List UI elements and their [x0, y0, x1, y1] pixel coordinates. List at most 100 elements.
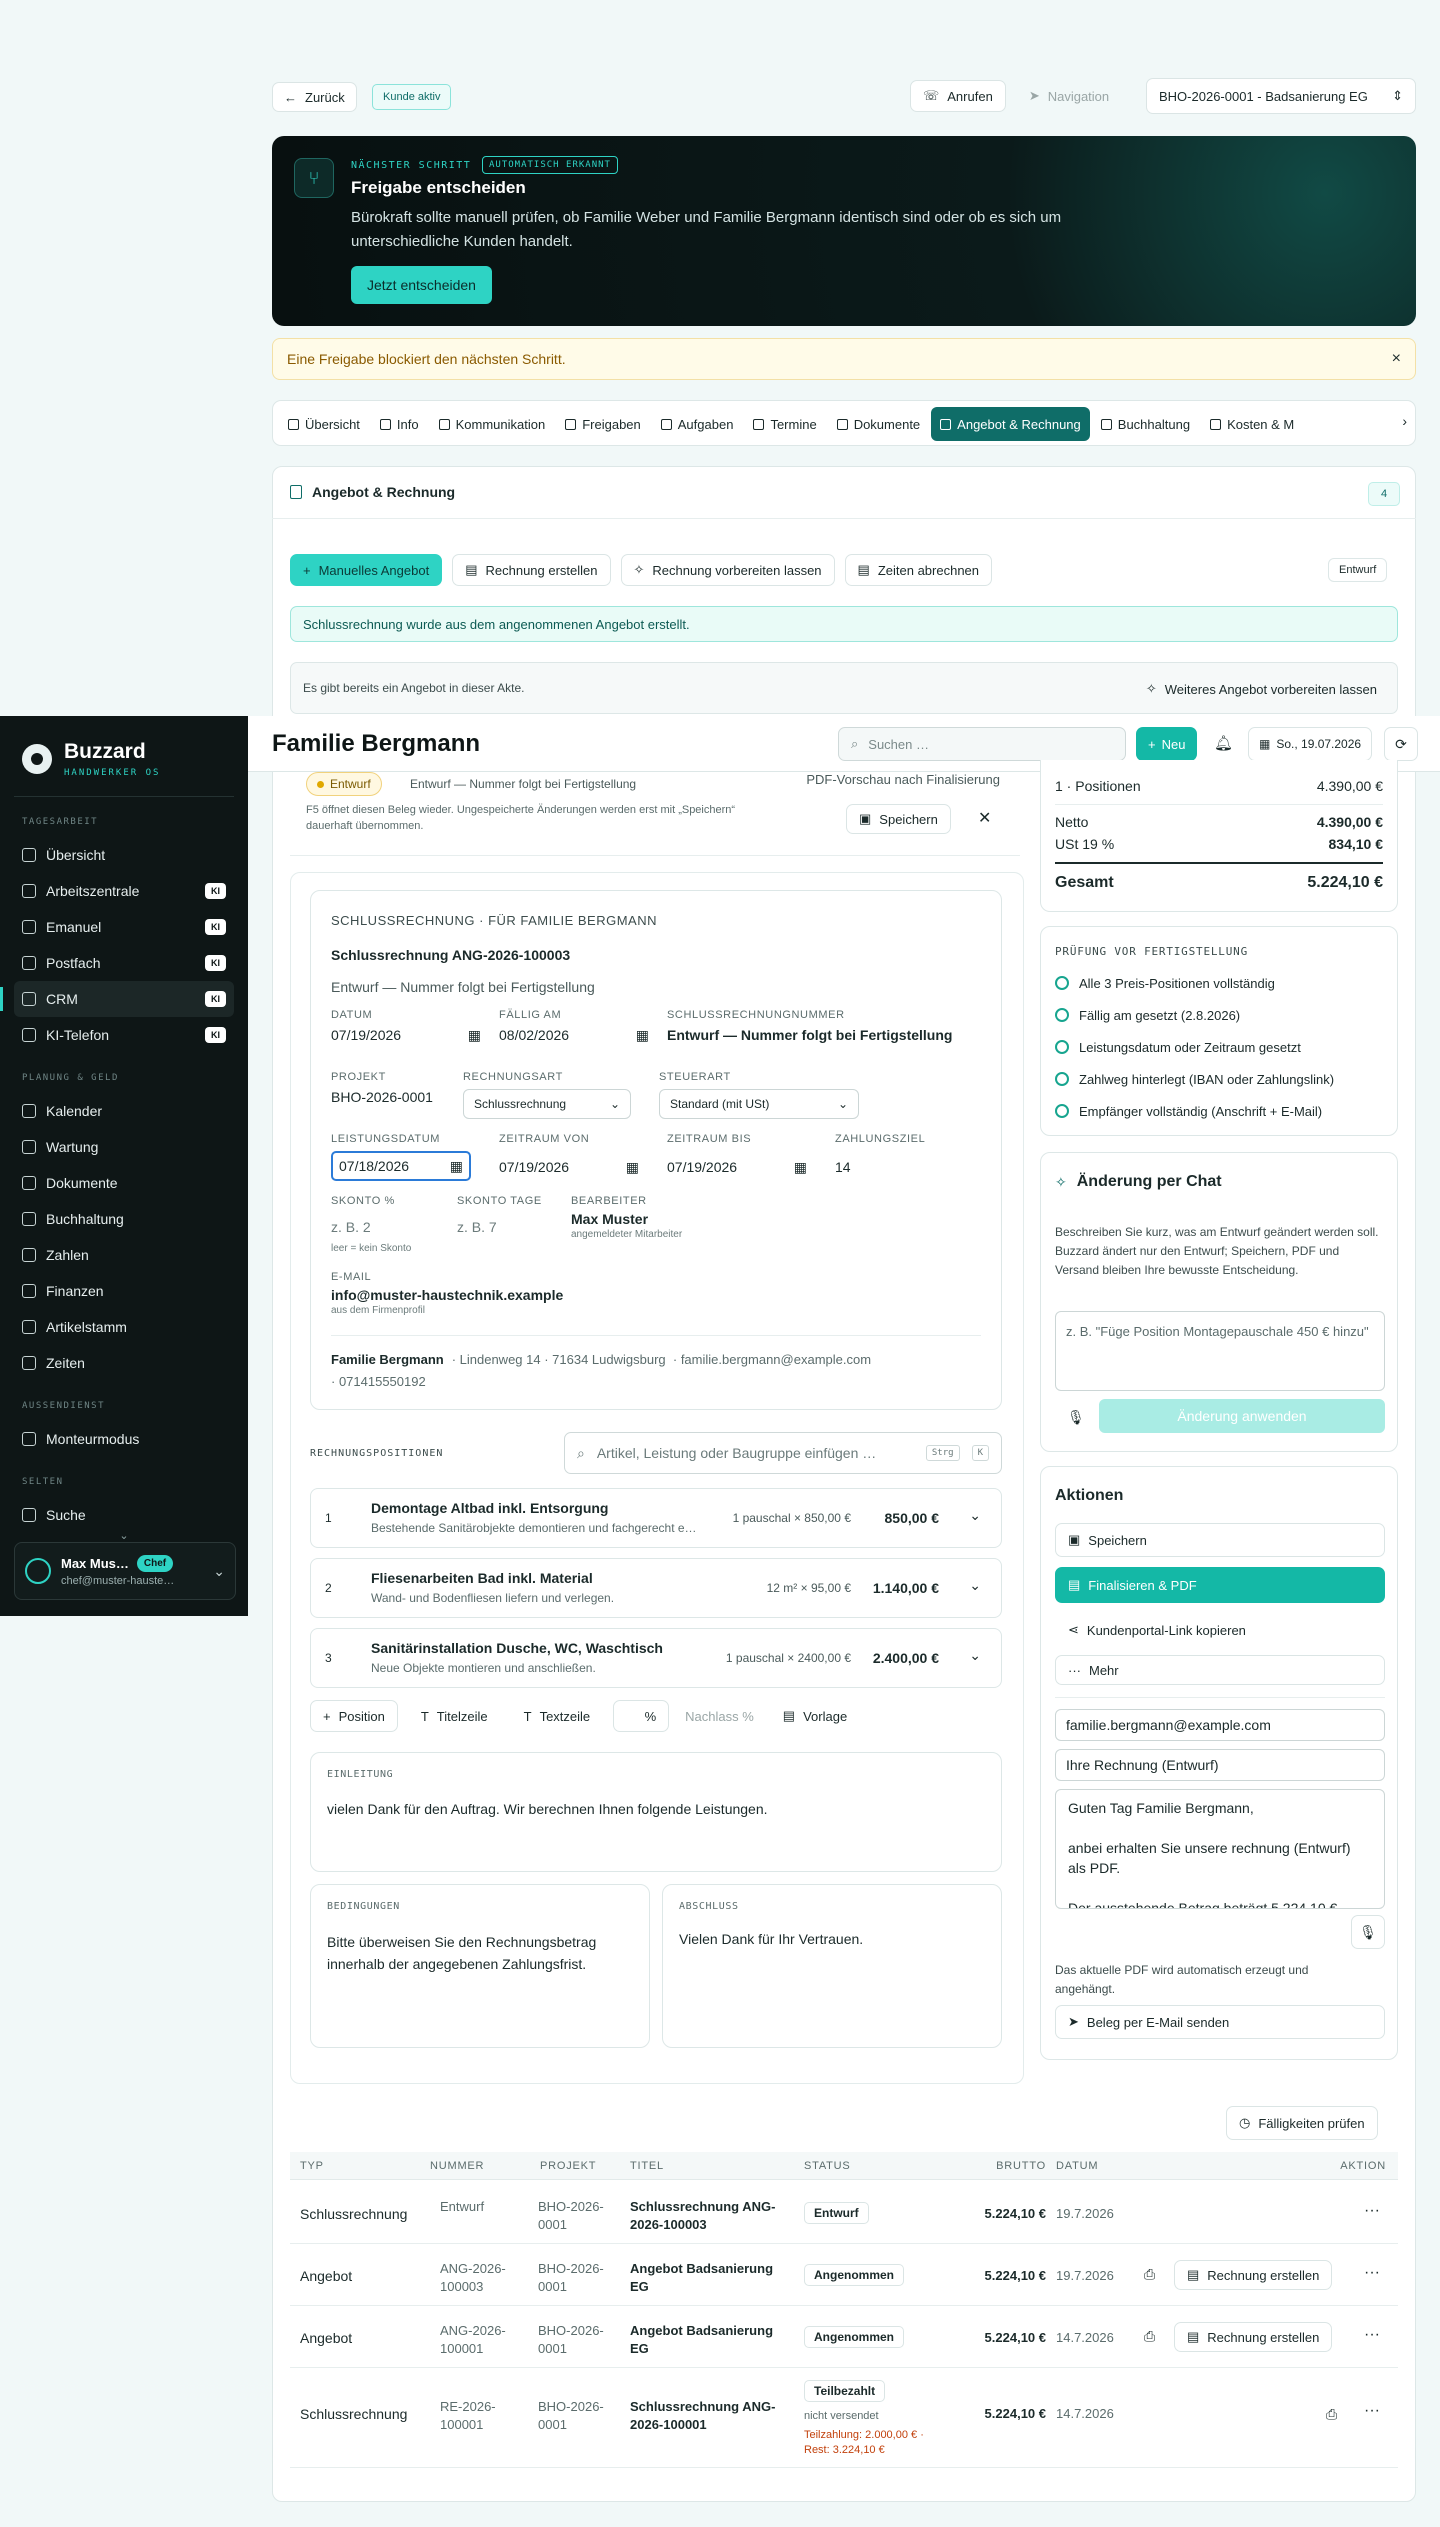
email-body-textarea[interactable]: Guten Tag Familie Bergmann, anbei erhalt…	[1055, 1789, 1385, 1909]
pdf-icon[interactable]: ⎙	[1144, 2328, 1155, 2345]
sidebar-item-5[interactable]: Finanzen	[14, 1273, 234, 1309]
chevron-down-icon[interactable]: ⌄	[969, 1647, 981, 1664]
period-to-field[interactable]: 07/19/2026 ▦	[667, 1159, 807, 1176]
service-date-field[interactable]: 07/18/2026 ▦	[331, 1151, 471, 1181]
pdf-icon[interactable]: ⎙	[1326, 2406, 1337, 2423]
microphone-icon[interactable]: 🎙︎	[1351, 1915, 1385, 1949]
chat-input[interactable]: z. B. "Füge Position Montagepauschale 45…	[1055, 1311, 1385, 1391]
sidebar-item-4[interactable]: Zahlen	[14, 1237, 234, 1273]
sidebar-item-0[interactable]: Kalender	[14, 1093, 234, 1129]
sidebar-item-1[interactable]: Arbeitszentrale KI	[14, 873, 234, 909]
add-position-button[interactable]: + Position	[310, 1700, 398, 1732]
more-icon[interactable]: ···	[1364, 2326, 1380, 2344]
sidebar-item-2[interactable]: Dokumente	[14, 1165, 234, 1201]
save-button[interactable]: ▣ Speichern	[1055, 1523, 1385, 1557]
finalize-pdf-button[interactable]: ▤ Finalisieren & PDF	[1055, 1567, 1385, 1603]
more-icon[interactable]: ···	[1364, 2264, 1380, 2282]
tab-6[interactable]: Dokumente	[828, 407, 929, 441]
close-icon[interactable]: ×	[1392, 350, 1401, 368]
skonto-days-field[interactable]: z. B. 7	[457, 1219, 567, 1235]
new-button[interactable]: + Neu	[1136, 727, 1198, 761]
chevron-down-icon[interactable]: ⌄	[969, 1577, 981, 1594]
due-date-field[interactable]: 08/02/2026 ▦	[499, 1027, 649, 1044]
create-invoice-row-button[interactable]: ▤ Rechnung erstellen	[1174, 2322, 1333, 2352]
nav-icon	[22, 1140, 36, 1154]
sidebar-item-1[interactable]: Wartung	[14, 1129, 234, 1165]
position-search-input[interactable]: ⌕ Artikel, Leistung oder Baugruppe einfüg…	[564, 1432, 1002, 1474]
tab-1[interactable]: Info	[371, 407, 428, 441]
create-invoice-button[interactable]: ▤ Rechnung erstellen	[452, 554, 611, 586]
bell-icon[interactable]: 🔔︎	[1214, 734, 1233, 752]
sidebar-item-3[interactable]: Postfach KI	[14, 945, 234, 981]
call-button[interactable]: ☏ Anrufen	[910, 80, 1006, 112]
tab-9[interactable]: Kosten & M	[1201, 407, 1303, 441]
position-row[interactable]: 3 Sanitärinstallation Dusche, WC, Waschti…	[310, 1628, 1002, 1688]
table-row[interactable]: Angebot ANG-2026-100003 BHO-2026-0001 Angeb…	[290, 2244, 1398, 2306]
add-title-row-button[interactable]: T Titelzeile	[407, 1700, 501, 1732]
sidebar-item-0[interactable]: Suche	[14, 1497, 234, 1533]
discount-percent-input[interactable]: %	[613, 1700, 670, 1732]
table-row[interactable]: Schlussrechnung Entwurf BHO-2026-0001 Schlu…	[290, 2182, 1398, 2244]
date-field[interactable]: 07/19/2026 ▦	[331, 1027, 481, 1044]
sidebar-item-7[interactable]: Zeiten	[14, 1345, 234, 1381]
back-button[interactable]: ← Zurück	[272, 82, 357, 112]
tab-icon	[940, 418, 952, 430]
sidebar-item-0[interactable]: Übersicht	[14, 837, 234, 873]
invoice-type-select[interactable]: Schlussrechnung ⌄	[463, 1089, 631, 1119]
add-text-row-button[interactable]: T Textzeile	[510, 1700, 604, 1732]
create-invoice-row-button[interactable]: ▤ Rechnung erstellen	[1174, 2260, 1333, 2290]
sidebar-item-2[interactable]: Emanuel KI	[14, 909, 234, 945]
another-offer-button[interactable]: ✧ Weiteres Angebot vorbereiten lassen	[1136, 675, 1387, 703]
navigation-button[interactable]: ➤ Navigation	[1016, 80, 1122, 112]
date-picker[interactable]: ▦ So., 19.07.2026	[1248, 727, 1373, 761]
save-draft-button[interactable]: ▣ Speichern	[846, 804, 951, 834]
position-row[interactable]: 2 Fliesenarbeiten Bad inkl. Material Wand-…	[310, 1558, 1002, 1618]
sidebar-item-4[interactable]: CRM KI	[0, 981, 234, 1017]
subject-input[interactable]: Ihre Rechnung (Entwurf)	[1055, 1749, 1385, 1781]
tab-2[interactable]: Kommunikation	[430, 407, 555, 441]
tab-8[interactable]: Buchhaltung	[1092, 407, 1199, 441]
table-row[interactable]: Angebot ANG-2026-100001 BHO-2026-0001 Angeb…	[290, 2306, 1398, 2368]
skonto-field[interactable]: z. B. 2	[331, 1219, 441, 1235]
close-icon[interactable]: ✕	[978, 808, 991, 828]
conditions-textarea[interactable]: Bitte überweisen Sie den Rechnungsbetrag…	[327, 1931, 637, 1975]
payment-term-field[interactable]: 14	[835, 1159, 935, 1175]
tax-type-select[interactable]: Standard (mit USt) ⌄	[659, 1089, 859, 1119]
bill-times-button[interactable]: ▤ Zeiten abrechnen	[844, 554, 993, 586]
template-button[interactable]: ▤ Vorlage	[769, 1700, 861, 1732]
chevron-right-icon[interactable]: ›	[1402, 413, 1407, 429]
send-email-button[interactable]: ➤ Beleg per E-Mail senden	[1055, 2005, 1385, 2039]
closing-textarea[interactable]: Vielen Dank für Ihr Vertrauen.	[679, 1931, 989, 1947]
user-menu[interactable]: Max Mus… Chef chef@muster-hauste… ⌄	[14, 1542, 236, 1600]
more-icon[interactable]: ···	[1364, 2202, 1380, 2220]
tab-5[interactable]: Termine	[744, 407, 825, 441]
tab-7[interactable]: Angebot & Rechnung	[931, 407, 1090, 441]
refresh-icon[interactable]: ⟳	[1384, 727, 1418, 761]
position-row[interactable]: 1 Demontage Altbad inkl. Entsorgung Besteh…	[310, 1488, 1002, 1548]
intro-textarea[interactable]: vielen Dank für den Auftrag. Wir berechn…	[327, 1801, 987, 1817]
microphone-icon[interactable]: 🎙︎	[1067, 1409, 1085, 1426]
recipient-input[interactable]: familie.bergmann@example.com	[1055, 1709, 1385, 1741]
more-icon[interactable]: ···	[1364, 2402, 1380, 2420]
tab-3[interactable]: Freigaben	[556, 407, 650, 441]
sidebar-item-5[interactable]: KI-Telefon KI	[14, 1017, 234, 1053]
check-due-dates-button[interactable]: ◷ Fälligkeiten prüfen	[1226, 2106, 1378, 2140]
search-input[interactable]: ⌕ Suchen …	[838, 727, 1126, 761]
sidebar-item-3[interactable]: Buchhaltung	[14, 1201, 234, 1237]
tab-0[interactable]: Übersicht	[279, 407, 369, 441]
decide-now-button[interactable]: Jetzt entscheiden	[351, 266, 492, 304]
pdf-icon[interactable]: ⎙	[1144, 2266, 1155, 2283]
status-filter[interactable]: Entwurf	[1328, 558, 1388, 582]
chevron-down-icon[interactable]: ⌄	[969, 1507, 981, 1524]
tab-4[interactable]: Aufgaben	[652, 407, 743, 441]
sidebar-item-6[interactable]: Artikelstamm	[14, 1309, 234, 1345]
project-select[interactable]: BHO-2026-0001 - Badsanierung EG ⇕	[1146, 78, 1416, 114]
manual-offer-button[interactable]: + Manuelles Angebot	[290, 554, 443, 586]
period-from-field[interactable]: 07/19/2026 ▦	[499, 1159, 639, 1176]
sidebar-item-0[interactable]: Monteurmodus	[14, 1421, 234, 1457]
apply-change-button[interactable]: Änderung anwenden	[1099, 1399, 1385, 1433]
table-row[interactable]: Schlussrechnung RE-2026-100001 BHO-2026-00…	[290, 2368, 1398, 2468]
copy-portal-link-button[interactable]: ⋖ Kundenportal-Link kopieren	[1055, 1613, 1385, 1647]
prepare-invoice-button[interactable]: ✧ Rechnung vorbereiten lassen	[620, 554, 835, 586]
more-button[interactable]: ··· Mehr	[1055, 1655, 1385, 1685]
